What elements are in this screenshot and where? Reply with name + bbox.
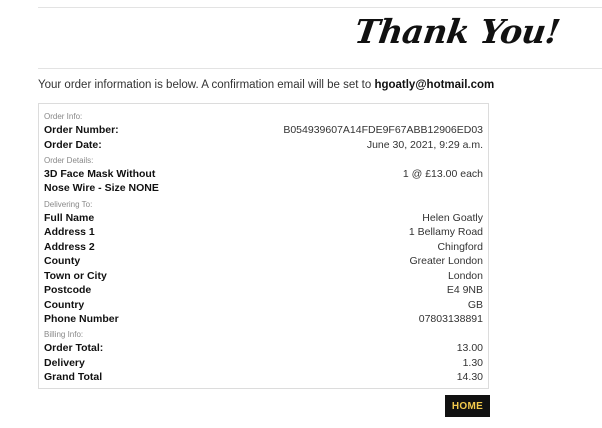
delivery-value-phone: 07803138891 (418, 313, 483, 325)
billing-label-order-total: Order Total: (44, 342, 104, 354)
delivery-label-full-name: Full Name (44, 212, 95, 224)
billing-label-delivery: Delivery (44, 357, 85, 369)
section-label-order-details: Order Details: (44, 156, 94, 165)
delivery-value-town: London (447, 270, 483, 282)
delivery-label-phone: Phone Number (44, 313, 119, 325)
top-divider (38, 7, 602, 8)
order-date-value: June 30, 2021, 9:29 a.m. (366, 139, 483, 151)
billing-label-grand-total: Grand Total (44, 371, 103, 383)
delivery-label-county: County (44, 255, 81, 267)
delivery-label-town: Town or City (44, 270, 107, 282)
delivery-value-country: GB (467, 299, 483, 311)
billing-value-order-total: 13.00 (456, 342, 483, 354)
billing-value-delivery: 1.30 (462, 357, 483, 369)
delivery-label-country: Country (44, 299, 85, 311)
item-name-line1: 3D Face Mask Without (44, 168, 156, 180)
delivery-value-full-name: Helen Goatly (422, 212, 483, 224)
delivery-value-address-2: Chingford (437, 241, 483, 253)
order-summary-box: Order Info: Order Number: B054939607A14F… (38, 103, 489, 389)
delivery-value-address-1: 1 Bellamy Road (408, 226, 483, 238)
billing-value-grand-total: 14.30 (456, 371, 483, 383)
order-number-label: Order Number: (44, 124, 119, 136)
order-number-value: B054939607A14FDE9F67ABB12906ED03 (283, 124, 483, 136)
item-name-line2: Nose Wire - Size NONE (44, 182, 159, 194)
intro-message: Your order information is below. A confi… (38, 79, 375, 91)
intro-text: Your order information is below. A confi… (38, 79, 494, 91)
confirmation-email: hgoatly@hotmail.com (374, 79, 495, 91)
home-button[interactable]: HOME (445, 395, 490, 417)
order-date-label: Order Date: (44, 139, 102, 151)
delivery-value-county: Greater London (409, 255, 483, 267)
section-label-delivering-to: Delivering To: (44, 200, 93, 209)
delivery-label-address-2: Address 2 (44, 241, 95, 253)
delivery-label-postcode: Postcode (44, 284, 92, 296)
section-label-billing-info: Billing Info: (44, 330, 84, 339)
item-qty-price: 1 @ £13.00 each (402, 168, 483, 180)
page-title: Thank You! (352, 12, 563, 51)
delivery-label-address-1: Address 1 (44, 226, 95, 238)
header-divider (38, 68, 602, 69)
delivery-value-postcode: E4 9NB (446, 284, 483, 296)
section-label-order-info: Order Info: (44, 112, 83, 121)
